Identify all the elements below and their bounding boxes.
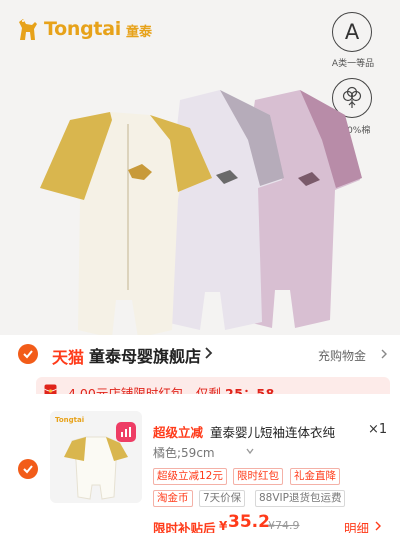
chart-badge-icon <box>116 422 136 442</box>
sku-selector[interactable]: 橘色;59cm <box>153 444 215 461</box>
currency-symbol: ¥ <box>219 519 228 533</box>
product-hero-image[interactable]: Tongtai 童泰 A A类一等品 100%棉 <box>0 0 400 335</box>
super-discount-tag: 超级立减 <box>153 425 204 440</box>
checkmark-icon <box>23 465 33 474</box>
service-tag: 7天价保 <box>199 490 246 507</box>
chevron-right-icon[interactable] <box>203 347 213 359</box>
promo-tag: 淘金币 <box>153 490 193 507</box>
chevron-right-icon[interactable] <box>374 521 382 531</box>
store-select-checkbox[interactable] <box>18 344 38 364</box>
cart-item: Tongtai 超级立减 童泰婴儿短袖连体衣纯 ×1 橘色;59cm 超级立减1… <box>0 394 400 533</box>
recharge-link[interactable]: 充购物金 <box>318 347 366 364</box>
chevron-down-icon[interactable] <box>246 447 254 455</box>
chevron-right-icon[interactable] <box>380 349 388 359</box>
giraffe-logo-icon <box>19 19 37 40</box>
item-thumbnail[interactable]: Tongtai <box>50 411 142 503</box>
promo-tag: 限时红包 <box>233 468 283 485</box>
brand-logo: Tongtai 童泰 <box>14 16 152 42</box>
brand-name-cn: 童泰 <box>125 25 152 40</box>
price-detail-link[interactable]: 明细 <box>344 518 369 533</box>
final-price: 35.2 <box>228 512 270 532</box>
grade-badge: A <box>332 12 372 52</box>
promo-tag: 礼金直降 <box>290 468 340 485</box>
store-name-link[interactable]: 童泰母婴旗舰店 <box>89 343 201 367</box>
rompers-illustration <box>40 90 362 335</box>
item-select-checkbox[interactable] <box>18 459 38 479</box>
item-title[interactable]: 童泰婴儿短袖连体衣纯 <box>210 422 335 441</box>
item-quantity[interactable]: ×1 <box>368 422 387 437</box>
brand-name: Tongtai <box>44 18 121 40</box>
tmall-logo: 天猫 <box>52 348 85 367</box>
checkmark-icon <box>23 350 33 359</box>
original-price: ¥74.9 <box>268 519 300 532</box>
promo-tag: 超级立减12元 <box>153 468 227 485</box>
service-tag: 88VIP退货包运费 <box>255 490 346 507</box>
grade-letter: A <box>344 20 360 44</box>
subsidy-price-label: 限时补贴后 <box>153 521 216 533</box>
